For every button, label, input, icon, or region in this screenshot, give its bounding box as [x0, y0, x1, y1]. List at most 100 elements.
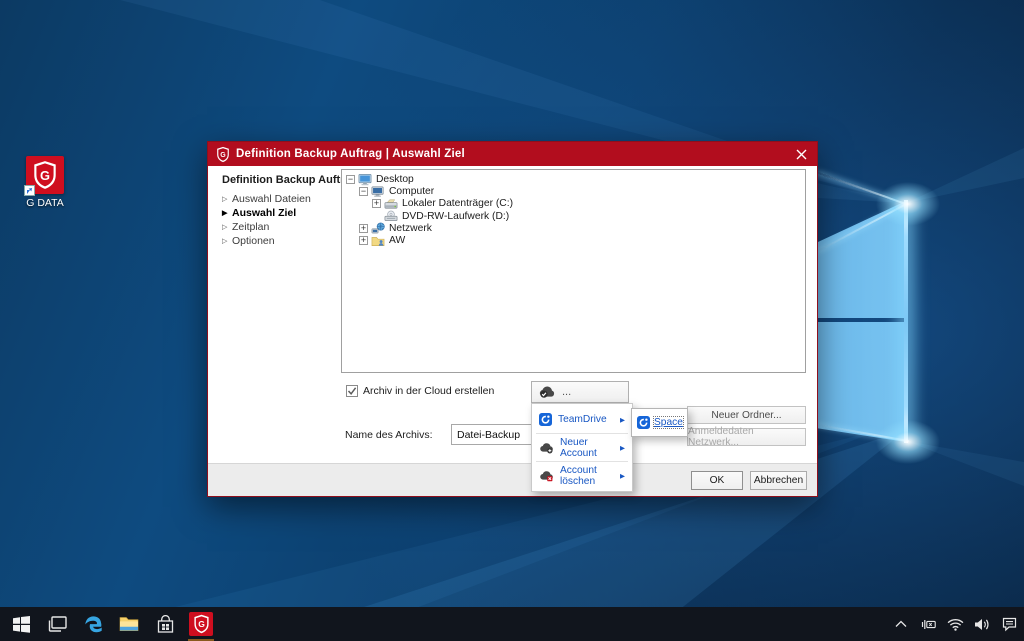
cloud-checkbox[interactable] — [346, 385, 358, 397]
tree-item-lokaler-datenträger-c[interactable]: + Lokaler Datenträger (C:) — [342, 198, 805, 210]
expand-icon[interactable]: + — [372, 199, 381, 208]
submenu-arrow-icon: ▶ — [620, 416, 625, 424]
cloud-check-icon — [538, 385, 556, 399]
start-button[interactable] — [4, 607, 38, 641]
volume-icon — [974, 618, 990, 631]
cloud-menu: TeamDrive▶Neuer Account▶Account löschen▶ — [531, 403, 633, 492]
collapse-icon[interactable]: − — [359, 187, 368, 196]
expand-icon[interactable]: + — [359, 224, 368, 233]
tree-item-label: Netzwerk — [387, 223, 434, 234]
taskbar: G — [0, 607, 1024, 641]
arrow-right-filled-icon: ▶ — [222, 209, 232, 217]
menu-item-account-löschen[interactable]: Account löschen▶ — [532, 462, 632, 489]
svg-text:G: G — [40, 168, 50, 183]
network-credentials-button[interactable]: Anmeldedaten Netzwerk... — [687, 428, 806, 446]
arrow-right-icon: ▷ — [222, 237, 232, 245]
system-tray — [892, 607, 1018, 641]
computer-icon — [371, 185, 387, 198]
close-icon[interactable] — [787, 142, 815, 166]
tree-item-label: AW — [387, 235, 407, 246]
sidebar-item-auswahl-dateien[interactable]: ▷Auswahl Dateien — [222, 192, 340, 206]
collapse-icon[interactable]: − — [346, 175, 355, 184]
cloud-target-button[interactable]: ... — [531, 381, 629, 403]
menu-item-neuer-account[interactable]: Neuer Account▶ — [532, 434, 632, 461]
network-icon — [371, 222, 387, 235]
expand-icon[interactable]: + — [359, 236, 368, 245]
cloud-checkbox-label: Archiv in der Cloud erstellen — [363, 385, 494, 397]
shortcut-label: G DATA — [13, 197, 77, 209]
edge-button[interactable] — [76, 607, 110, 641]
tree-item-label: Lokaler Datenträger (C:) — [400, 198, 515, 209]
tray-power[interactable] — [919, 614, 937, 634]
tree-item-computer[interactable]: −Computer — [342, 185, 805, 197]
submenu-arrow-icon: ▶ — [620, 472, 625, 480]
cloud-submenu-space[interactable]: Space — [631, 408, 688, 437]
sidebar-header: Definition Backup Auftrag — [222, 174, 357, 186]
tray-action-center[interactable] — [1000, 614, 1018, 634]
tray-wifi[interactable] — [946, 614, 964, 634]
desktop-icon — [358, 173, 374, 186]
tray-chevron[interactable] — [892, 614, 910, 634]
gdata-shield-icon: G — [189, 612, 213, 636]
task-view-icon — [48, 616, 67, 632]
tree-item-netzwerk[interactable]: + Netzwerk — [342, 222, 805, 234]
sidebar-item-label: Zeitplan — [232, 221, 269, 233]
file-explorer-button[interactable] — [112, 607, 146, 641]
sidebar-item-label: Auswahl Ziel — [232, 207, 296, 219]
ok-button[interactable]: OK — [691, 471, 743, 490]
drive-icon — [384, 198, 400, 210]
tree-item-desktop[interactable]: − Desktop — [342, 173, 805, 185]
submenu-item-label: Space — [654, 417, 683, 428]
backup-definition-dialog: G Definition Backup Auftrag | Auswahl Zi… — [207, 141, 818, 497]
edge-icon — [83, 614, 104, 635]
arrow-right-icon: ▷ — [222, 195, 232, 203]
sidebar-item-optionen[interactable]: ▷Optionen — [222, 234, 340, 248]
dialog-titlebar[interactable]: G Definition Backup Auftrag | Auswahl Zi… — [208, 142, 817, 166]
tree-item-dvd-rw-laufwerk-d[interactable]: DVD-RW-Laufwerk (D:) — [342, 210, 805, 222]
tree-item-aw[interactable]: + AW — [342, 234, 805, 246]
task-view-button[interactable] — [40, 607, 74, 641]
sidebar-items: ▷Auswahl Dateien▶Auswahl Ziel▷Zeitplan▷O… — [222, 192, 340, 248]
shortcut-arrow-icon — [24, 185, 35, 196]
menu-item-label: TeamDrive — [558, 414, 607, 425]
sidebar-item-zeitplan[interactable]: ▷Zeitplan — [222, 220, 340, 234]
folder-tree[interactable]: −Desktop−Computer+Lokaler Datenträger (C… — [341, 169, 806, 373]
gdata-shield-icon: G — [26, 156, 64, 194]
teamdrive-icon — [539, 413, 552, 426]
gdata-button[interactable]: G — [184, 607, 218, 641]
cloud-checkbox-row: Archiv in der Cloud erstellen — [346, 385, 494, 397]
chevron-up-icon — [895, 620, 907, 628]
gdata-shield-icon: G — [216, 146, 230, 163]
sidebar-item-auswahl-ziel[interactable]: ▶Auswahl Ziel — [222, 206, 340, 220]
cancel-button[interactable]: Abbrechen — [750, 471, 807, 490]
archive-name-label: Name des Archivs: — [345, 429, 433, 441]
wallpaper-windows-logo-edge — [904, 200, 908, 443]
cloud-add-icon — [539, 442, 554, 454]
menu-item-teamdrive[interactable]: TeamDrive ▶ — [532, 406, 632, 433]
menu-item-label: Neuer Account — [560, 437, 620, 459]
new-folder-button[interactable]: Neuer Ordner... — [687, 406, 806, 424]
wallpaper-flare — [876, 420, 940, 464]
dialog-title: Definition Backup Auftrag | Auswahl Ziel — [236, 148, 465, 160]
svg-text:G: G — [198, 619, 205, 629]
power-plug-x-icon — [920, 618, 937, 631]
user-folder-icon — [371, 235, 387, 247]
windows-icon — [13, 616, 30, 633]
action-center-icon — [1002, 617, 1017, 632]
cloud-button-label: ... — [562, 388, 571, 396]
menu-item-label: Account löschen — [560, 465, 620, 487]
folder-icon — [119, 616, 139, 632]
tray-volume[interactable] — [973, 614, 991, 634]
submenu-arrow-icon: ▶ — [620, 444, 625, 452]
sidebar-item-label: Optionen — [232, 235, 275, 247]
store-icon — [157, 615, 174, 634]
sidebar-item-label: Auswahl Dateien — [232, 193, 311, 205]
cloud-delete-icon — [539, 470, 554, 482]
wallpaper-flare — [876, 182, 940, 226]
tree-item-label: Desktop — [374, 174, 416, 185]
dvd-icon — [384, 210, 400, 222]
teamdrive-icon — [637, 416, 650, 429]
tree-item-label: DVD-RW-Laufwerk (D:) — [400, 211, 511, 222]
desktop-shortcut-gdata[interactable]: G G DATA — [13, 156, 77, 209]
store-button[interactable] — [148, 607, 182, 641]
